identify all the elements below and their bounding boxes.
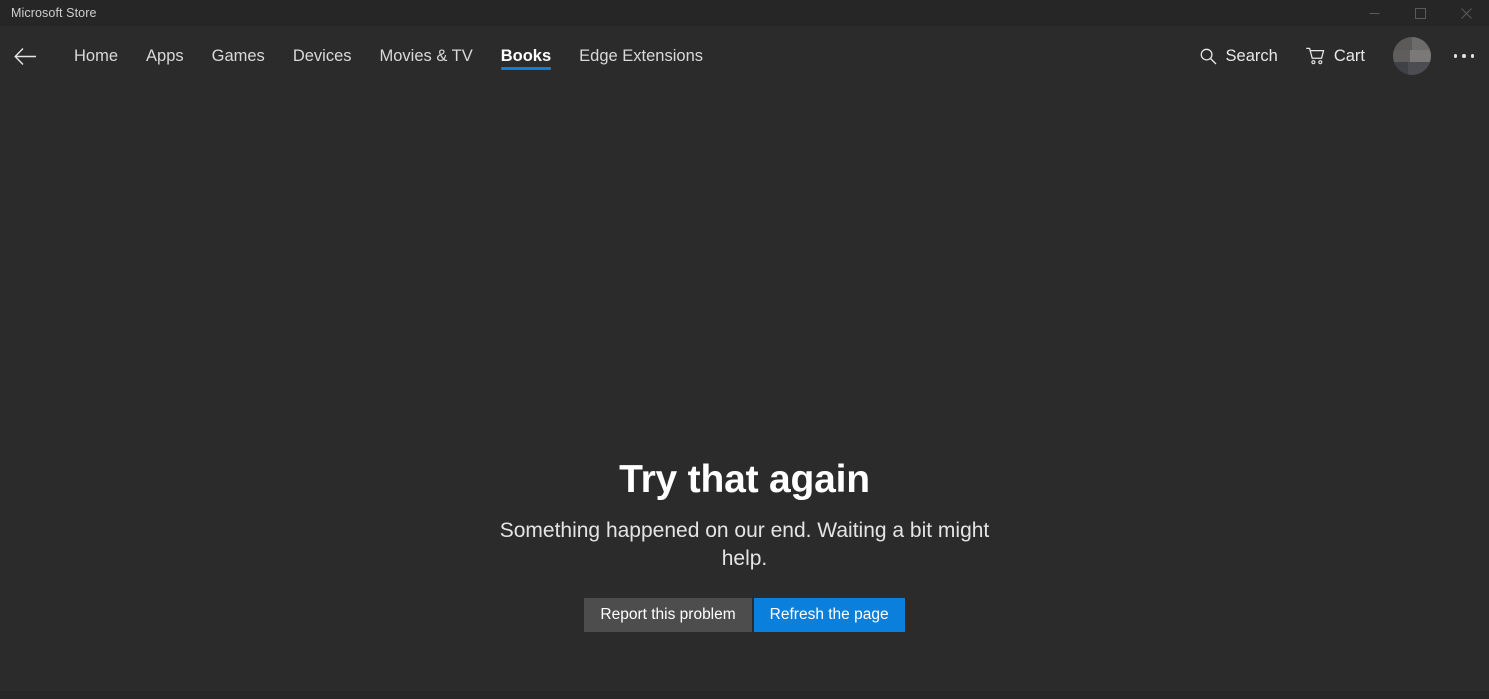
avatar-tile bbox=[1408, 62, 1431, 75]
close-icon[interactable] bbox=[1443, 0, 1489, 26]
nav-item-devices[interactable]: Devices bbox=[279, 26, 366, 86]
nav-item-label: Games bbox=[211, 46, 265, 65]
back-arrow-icon[interactable] bbox=[2, 33, 48, 79]
more-menu-icon[interactable] bbox=[1443, 33, 1485, 79]
cart-button[interactable]: Cart bbox=[1292, 33, 1379, 79]
search-button[interactable]: Search bbox=[1186, 33, 1292, 79]
nav-actions: Search Cart bbox=[1186, 26, 1489, 86]
microsoft-store-window: Microsoft Store Home Apps Games Devices … bbox=[0, 0, 1489, 699]
refresh-page-button[interactable]: Refresh the page bbox=[753, 597, 905, 632]
nav-item-games[interactable]: Games bbox=[198, 26, 279, 86]
search-icon bbox=[1200, 48, 1217, 65]
error-actions: Report this problem Refresh the page bbox=[475, 597, 1015, 632]
ellipsis-dot bbox=[1453, 54, 1458, 58]
error-description: Something happened on our end. Waiting a… bbox=[499, 518, 990, 571]
search-label: Search bbox=[1225, 46, 1278, 65]
active-tab-indicator bbox=[500, 67, 552, 70]
nav-item-label: Edge Extensions bbox=[579, 46, 704, 65]
ellipsis-dot bbox=[1470, 54, 1475, 58]
nav-item-label: Home bbox=[74, 46, 119, 65]
report-problem-button[interactable]: Report this problem bbox=[584, 597, 752, 632]
nav-item-movies-and-tv[interactable]: Movies & TV bbox=[366, 26, 487, 86]
avatar-tile bbox=[1393, 62, 1409, 75]
nav-item-label: Books bbox=[500, 46, 552, 65]
window-controls bbox=[1351, 0, 1489, 26]
cart-icon bbox=[1306, 47, 1325, 65]
minimize-icon[interactable] bbox=[1351, 0, 1397, 26]
content-area: Try that again Something happened on our… bbox=[0, 86, 1489, 699]
window-title: Microsoft Store bbox=[11, 5, 97, 20]
nav-item-label: Devices bbox=[292, 46, 352, 65]
avatar-tile bbox=[1410, 49, 1431, 63]
nav-item-list: Home Apps Games Devices Movies & TV Book… bbox=[60, 26, 717, 86]
maximize-icon[interactable] bbox=[1397, 0, 1443, 26]
avatar-tile bbox=[1412, 37, 1431, 50]
navigation-bar: Home Apps Games Devices Movies & TV Book… bbox=[0, 26, 1489, 86]
nav-item-edge-extensions[interactable]: Edge Extensions bbox=[565, 26, 717, 86]
nav-item-apps[interactable]: Apps bbox=[132, 26, 198, 86]
error-title: Try that again bbox=[619, 458, 870, 501]
avatar[interactable] bbox=[1393, 37, 1431, 75]
nav-item-label: Apps bbox=[146, 46, 184, 65]
error-message-block: Try that again Something happened on our… bbox=[475, 458, 1015, 632]
bottom-edge bbox=[0, 691, 1489, 699]
cart-label: Cart bbox=[1333, 46, 1365, 65]
ellipsis-dot bbox=[1462, 54, 1466, 58]
avatar-tile bbox=[1393, 49, 1411, 63]
title-bar: Microsoft Store bbox=[0, 0, 1489, 26]
avatar-tile bbox=[1393, 37, 1412, 50]
nav-item-books[interactable]: Books bbox=[487, 26, 565, 86]
nav-item-home[interactable]: Home bbox=[60, 26, 132, 86]
nav-item-label: Movies & TV bbox=[379, 46, 473, 65]
